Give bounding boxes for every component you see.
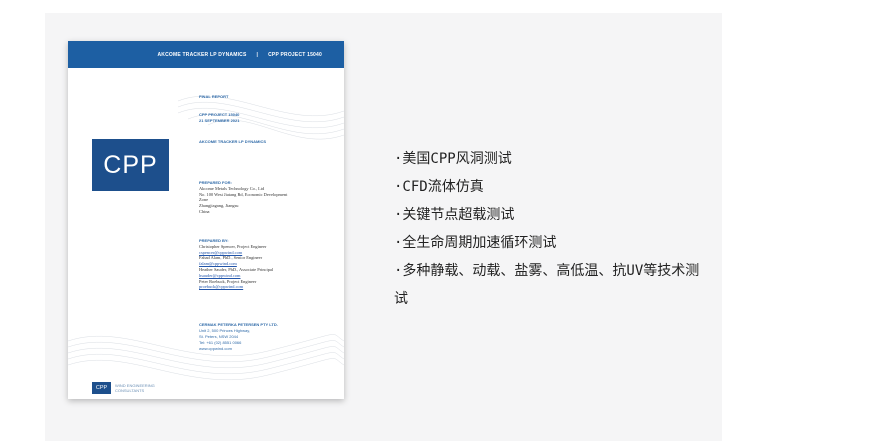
banner-separator: |: [256, 51, 259, 58]
feature-item: ·多种静载、动载、盐雾、高低温、抗UV等技术测试: [394, 263, 700, 307]
feature-item: ·全生命周期加速循环测试: [394, 235, 557, 251]
footer-cpp-logo: CPP: [92, 382, 111, 394]
feature-list: ·美国CPP风洞测试 ·CFD流体仿真 ·关键节点超载测试 ·全生命周期加速循环…: [394, 145, 712, 313]
cpp-logo: CPP: [92, 139, 169, 191]
banner-title: AKCOME TRACKER LP DYNAMICS: [157, 51, 247, 58]
person-line: Christopher Spencer, Project Engineer: [199, 243, 267, 249]
report-date: 21 SEPTEMBER 2021: [199, 118, 240, 123]
feature-item: ·美国CPP风洞测试: [394, 151, 512, 167]
feature-item: ·关键节点超载测试: [394, 207, 515, 223]
prepared-for-line: No. 100 West Jiatang Rd, Economic Develo…: [199, 191, 288, 197]
prepared-for-block: PREPARED FOR: Akcome Metals Technology C…: [199, 180, 287, 215]
footer-tagline: WIND ENGINEERING CONSULTANTS: [115, 383, 155, 393]
company-address-block: CERMAK PETERKA PETERSEN PTY LTD. Unit 2,…: [199, 322, 278, 352]
prepared-by-block: PREPARED BY: Christopher Spencer, Projec…: [199, 238, 273, 290]
feature-item: ·CFD流体仿真: [394, 179, 484, 195]
banner-project: CPP PROJECT 15040: [268, 51, 322, 58]
report-subject: AKCOME TRACKER LP DYNAMICS: [199, 139, 267, 144]
person-email-link: proebuck@cppwind.com: [199, 284, 244, 290]
address-line: www.cppwind.com: [199, 346, 232, 351]
person-line: Heather Sauder, PhD., Associate Principa…: [199, 266, 274, 272]
report-doc-type: FINAL REPORT: [199, 94, 229, 99]
footer-line: CONSULTANTS: [115, 388, 145, 393]
report-cover-image: AKCOME TRACKER LP DYNAMICS | CPP PROJECT…: [68, 41, 344, 399]
prepared-for-line: China: [199, 208, 210, 214]
report-header-banner: AKCOME TRACKER LP DYNAMICS | CPP PROJECT…: [68, 41, 344, 68]
